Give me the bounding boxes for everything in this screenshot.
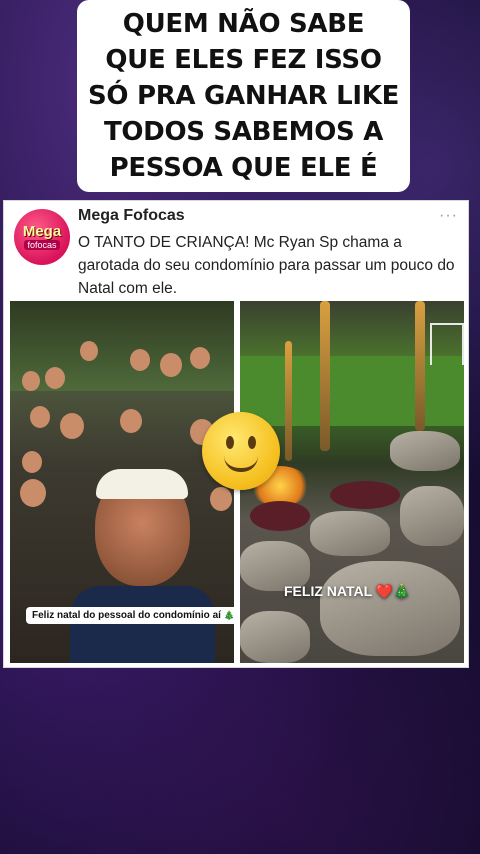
palm-trunk xyxy=(285,341,292,461)
emoji-right-eye xyxy=(248,436,256,449)
more-options-icon[interactable]: ··· xyxy=(439,207,458,225)
emoji-left-eye xyxy=(226,436,234,449)
avatar-title: Mega xyxy=(22,223,62,240)
crowd-face xyxy=(22,451,42,473)
left-subtitle-text: Feliz natal do pessoal do condomínio aí xyxy=(32,610,221,621)
caption-box: QUEM NÃO SABE QUE ELES FEZ ISSO SÓ PRA G… xyxy=(77,0,410,192)
rock xyxy=(320,561,460,656)
heart-tree-emoji-icon: ❤️🎄 xyxy=(375,583,411,599)
lawn xyxy=(240,356,464,426)
right-video-subtitle: FELIZ NATAL ❤️🎄 xyxy=(284,583,411,600)
right-subtitle-text: FELIZ NATAL xyxy=(284,583,372,599)
crowd-face xyxy=(22,371,40,391)
shirt xyxy=(70,586,215,663)
crowd-face xyxy=(80,341,98,361)
crowd-face xyxy=(120,409,142,433)
plant-bed xyxy=(330,481,400,509)
crowd-face xyxy=(20,479,46,507)
crowd-face xyxy=(130,349,150,371)
left-video-frame[interactable]: Feliz natal do pessoal do condomínio aí … xyxy=(10,301,234,663)
avatar[interactable]: Mega fofocas xyxy=(14,209,70,265)
left-background-trees xyxy=(10,301,234,391)
soccer-goal xyxy=(430,323,464,365)
crowd-face xyxy=(60,413,84,439)
rock xyxy=(240,611,310,663)
avatar-subtitle: fofocas xyxy=(24,240,60,250)
crowd-face xyxy=(45,367,65,389)
rock xyxy=(400,486,464,546)
crowd-face xyxy=(30,406,50,428)
left-video-subtitle: Feliz natal do pessoal do condomínio aí … xyxy=(26,607,234,624)
selfie-hair xyxy=(96,469,188,499)
caption-text: QUEM NÃO SABE QUE ELES FEZ ISSO SÓ PRA G… xyxy=(87,9,400,183)
palm-trunk xyxy=(415,301,425,431)
crowd-face xyxy=(210,487,232,511)
post-text: O TANTO DE CRIANÇA! Mc Ryan Sp chama a g… xyxy=(78,234,455,297)
right-video-frame[interactable]: FELIZ NATAL ❤️🎄 xyxy=(240,301,464,663)
crowd-face xyxy=(160,353,182,377)
rock xyxy=(310,511,390,556)
slightly-smiling-face-emoji-icon xyxy=(202,412,280,490)
tree-grin-emoji-icon: 🎄😁 xyxy=(223,610,234,620)
emoji-mouth xyxy=(224,456,258,472)
palm-trunk xyxy=(320,301,330,451)
crowd-face xyxy=(190,347,210,369)
account-name[interactable]: Mega Fofocas xyxy=(78,207,185,225)
rock xyxy=(390,431,460,471)
plant-bed xyxy=(250,501,310,531)
